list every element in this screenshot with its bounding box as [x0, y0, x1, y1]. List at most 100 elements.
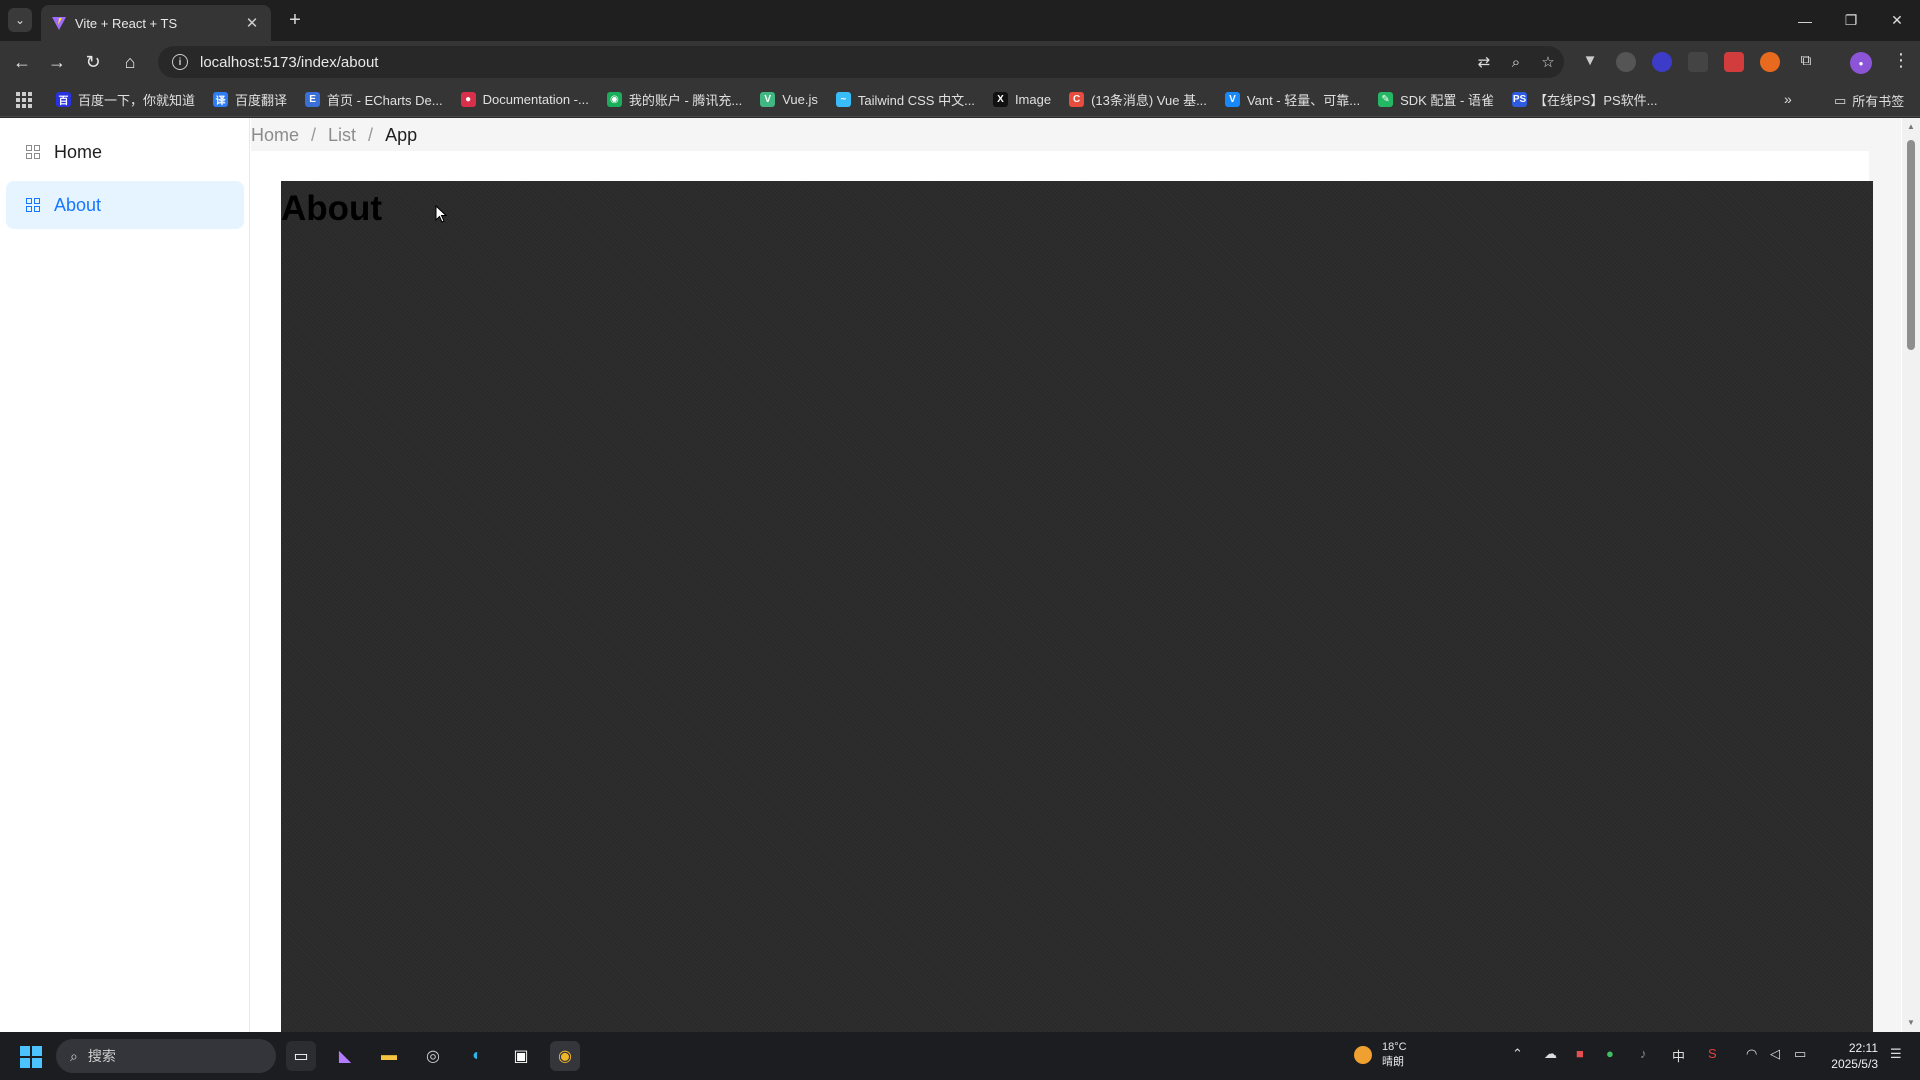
- wifi-icon[interactable]: ◠: [1746, 1046, 1757, 1062]
- app-tray-icon[interactable]: ■: [1576, 1046, 1584, 1061]
- chrome-icon[interactable]: ◉: [550, 1041, 580, 1071]
- mouse-cursor-icon: [435, 205, 447, 223]
- breadcrumb-list[interactable]: List: [328, 125, 356, 146]
- vue-devtools-extension-icon[interactable]: ▼: [1580, 52, 1600, 72]
- translate-icon[interactable]: ⇄: [1468, 53, 1500, 71]
- page-title: About: [281, 189, 383, 228]
- bookmark-item[interactable]: PS 【在线PS】PS软件...: [1511, 90, 1658, 109]
- battery-icon[interactable]: ▭: [1794, 1046, 1806, 1062]
- sogou-icon[interactable]: S: [1708, 1046, 1717, 1061]
- taskbar-search-placeholder: 搜索: [87, 1048, 116, 1064]
- sidebar-item-home[interactable]: Home: [6, 128, 244, 176]
- bookmark-item[interactable]: V Vue.js: [760, 90, 818, 109]
- system-clock[interactable]: 22:11 2025/5/3: [1822, 1040, 1878, 1072]
- weather-widget[interactable]: 18°C 晴朗: [1354, 1040, 1407, 1070]
- bookmark-item[interactable]: V Vant - 轻量、可靠...: [1224, 90, 1361, 109]
- visual-studio-icon[interactable]: ◣: [330, 1041, 360, 1071]
- weather-sun-icon: [1354, 1046, 1372, 1064]
- bookmark-label: Documentation -...: [482, 92, 589, 107]
- obs-icon[interactable]: ◎: [418, 1041, 448, 1071]
- scroll-down-icon[interactable]: ▼: [1907, 1018, 1915, 1027]
- tab-search-button[interactable]: ⌄: [8, 8, 32, 32]
- extensions-puzzle-icon[interactable]: ⧉: [1796, 52, 1816, 72]
- bookmark-item[interactable]: 译百度翻译: [213, 90, 287, 109]
- new-tab-button[interactable]: +: [283, 8, 307, 32]
- all-bookmarks-folder[interactable]: ▭ 所有书签: [1834, 91, 1904, 110]
- breadcrumb: Home / List / App: [251, 125, 417, 146]
- notification-icon[interactable]: ☰: [1890, 1046, 1902, 1062]
- bookmark-item[interactable]: 百百度一下，你就知道: [56, 90, 195, 109]
- bookmark-favicon-icon: ●: [460, 92, 476, 107]
- task-view-icon[interactable]: ▭: [286, 1041, 316, 1071]
- microphone-icon[interactable]: ♪: [1640, 1046, 1647, 1061]
- file-explorer-icon[interactable]: ▬: [374, 1041, 404, 1071]
- shield-extension-icon[interactable]: [1616, 52, 1636, 72]
- bookmark-item[interactable]: ◉ 我的账户 - 腾讯充...: [606, 90, 743, 109]
- sidebar: Home About: [0, 118, 250, 1032]
- bookmarks-more-icon[interactable]: »: [1784, 91, 1792, 107]
- scroll-up-icon[interactable]: ▲: [1907, 122, 1915, 131]
- scroll-thumb[interactable]: [1907, 140, 1915, 350]
- weather-temperature: 18°C: [1382, 1041, 1407, 1053]
- weather-description: 晴朗: [1382, 1056, 1404, 1068]
- tray-overflow-icon[interactable]: ⌃: [1512, 1046, 1523, 1062]
- web-page: Home About Home / List / App About ▲ ▼: [0, 118, 1920, 1032]
- onedrive-icon[interactable]: ☁: [1544, 1046, 1557, 1062]
- bookmark-item[interactable]: X Image: [992, 90, 1052, 109]
- apps-grid-icon[interactable]: [16, 91, 32, 108]
- terminal-icon[interactable]: ▣: [506, 1041, 536, 1071]
- bookmark-star-icon[interactable]: ☆: [1532, 53, 1564, 71]
- badge-extension-icon[interactable]: [1652, 52, 1672, 72]
- bookmark-list: 百百度一下，你就知道译百度翻译 E 首页 - ECharts De... ● Docum…: [56, 90, 1676, 109]
- back-icon[interactable]: ←: [8, 48, 36, 76]
- bookmark-label: Vant - 轻量、可靠...: [1246, 93, 1361, 108]
- reload-icon[interactable]: ↻: [79, 48, 107, 76]
- bookmark-label: 百度翻译: [235, 93, 288, 108]
- sidebar-item-about[interactable]: About: [6, 181, 244, 229]
- bookmark-label: Vue.js: [782, 92, 818, 107]
- bookmark-item[interactable]: E 首页 - ECharts De...: [305, 90, 443, 109]
- profile-avatar[interactable]: ●: [1850, 52, 1872, 74]
- vite-icon: [52, 17, 66, 30]
- bookmark-label: 我的账户 - 腾讯充...: [628, 93, 743, 108]
- bookmark-favicon-icon: E: [305, 92, 321, 107]
- bookmark-item[interactable]: ~ Tailwind CSS 中文...: [835, 90, 975, 109]
- browser-toolbar: ← → ↻ ⌂ i localhost:5173/index/about ⇄ ⌕…: [0, 41, 1920, 83]
- bookmark-favicon-icon: V: [760, 92, 776, 107]
- home-icon[interactable]: ⌂: [116, 48, 144, 76]
- edge-icon[interactable]: ◐: [462, 1041, 492, 1071]
- bookmark-item[interactable]: ✎ SDK 配置 - 语雀: [1378, 90, 1494, 109]
- chart-extension-icon[interactable]: [1688, 52, 1708, 72]
- address-url: localhost:5173/index/about: [200, 53, 379, 71]
- sidebar-item-label: Home: [54, 141, 103, 162]
- browser-window: ⌄ Vite + React + TS ✕ + — ❐ ✕ ← → ↻ ⌂ i …: [0, 0, 1920, 1032]
- restore-button[interactable]: ❐: [1828, 0, 1874, 41]
- breadcrumb-current: App: [385, 125, 418, 145]
- fox-extension-icon[interactable]: [1760, 52, 1780, 72]
- close-window-button[interactable]: ✕: [1874, 0, 1920, 41]
- bookmark-label: 百度一下，你就知道: [78, 93, 196, 108]
- ime-indicator[interactable]: 中: [1672, 1046, 1685, 1065]
- bookmark-item[interactable]: ● Documentation -...: [460, 90, 589, 109]
- minimize-button[interactable]: —: [1782, 0, 1828, 41]
- tab-active[interactable]: Vite + React + TS ✕: [41, 5, 271, 41]
- address-bar[interactable]: i localhost:5173/index/about ⇄ ⌕ ☆: [158, 46, 1564, 78]
- tab-close-icon[interactable]: ✕: [243, 14, 261, 32]
- main-content: Home / List / App About: [251, 118, 1901, 1032]
- page-scrollbar[interactable]: ▲ ▼: [1902, 118, 1920, 1032]
- taskbar-search[interactable]: ⌕ 搜索: [56, 1039, 276, 1073]
- breadcrumb-home[interactable]: Home: [251, 125, 299, 146]
- forward-icon[interactable]: →: [43, 48, 71, 76]
- windows-start-icon[interactable]: [20, 1046, 42, 1068]
- browser-menu-icon[interactable]: ⋮: [1892, 50, 1910, 71]
- zoom-icon[interactable]: ⌕: [1500, 54, 1532, 71]
- volume-icon[interactable]: ◁: [1770, 1046, 1780, 1062]
- bookmark-item[interactable]: C (13条消息) Vue 基...: [1069, 90, 1207, 109]
- red-extension-icon[interactable]: [1724, 52, 1744, 72]
- appstore-icon: [26, 198, 40, 212]
- site-info-icon[interactable]: i: [172, 54, 188, 70]
- bookmark-favicon-icon: ~: [835, 92, 851, 107]
- bookmark-label: Image: [1014, 92, 1052, 107]
- bookmarks-bar: 百百度一下，你就知道译百度翻译 E 首页 - ECharts De... ● Docum…: [0, 83, 1920, 117]
- wechat-icon[interactable]: ●: [1606, 1046, 1614, 1061]
